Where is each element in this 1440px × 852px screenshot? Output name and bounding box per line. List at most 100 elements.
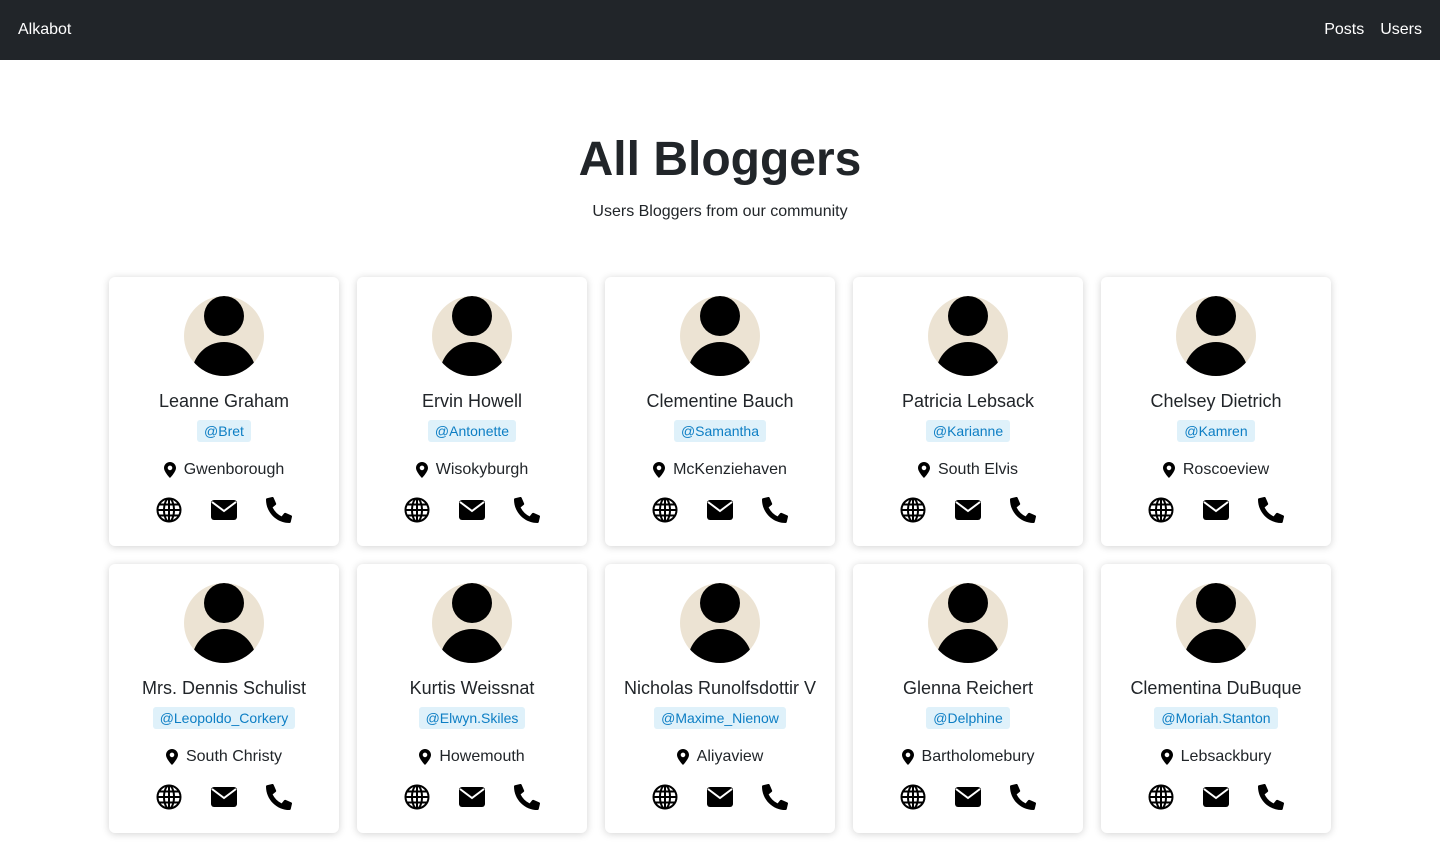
envelope-icon[interactable] [706, 496, 734, 524]
phone-icon[interactable] [265, 783, 293, 811]
envelope-icon[interactable] [458, 783, 486, 811]
envelope-icon[interactable] [954, 783, 982, 811]
user-city: McKenziehaven [653, 461, 787, 479]
user-city-label: Wisokyburgh [435, 461, 529, 478]
phone-icon[interactable] [513, 496, 541, 524]
avatar [1176, 296, 1256, 376]
globe-icon[interactable] [155, 783, 183, 811]
user-city-label: Roscoeview [1182, 461, 1270, 478]
avatar [184, 583, 264, 663]
user-city: Roscoeview [1162, 461, 1270, 479]
avatar [1176, 583, 1256, 663]
contact-icons [155, 496, 293, 524]
map-pin-icon [1162, 462, 1175, 478]
envelope-icon[interactable] [1202, 496, 1230, 524]
map-pin-icon [415, 462, 428, 478]
user-city: Aliyaview [676, 748, 764, 766]
contact-icons [155, 783, 293, 811]
nav-links: Posts Users [1324, 21, 1422, 39]
user-card: Chelsey Dietrich @Kamren Roscoeview [1101, 277, 1331, 546]
phone-icon[interactable] [265, 496, 293, 524]
user-city: Lebsackbury [1160, 748, 1272, 766]
avatar [432, 296, 512, 376]
contact-icons [899, 496, 1037, 524]
navbar: Alkabot Posts Users [0, 0, 1440, 60]
envelope-icon[interactable] [210, 783, 238, 811]
envelope-icon[interactable] [458, 496, 486, 524]
user-card: Clementina DuBuque @Moriah.Stanton Lebsa… [1101, 564, 1331, 833]
user-handle-badge: @Elwyn.Skiles [418, 707, 526, 729]
globe-icon[interactable] [651, 496, 679, 524]
user-city: Howemouth [419, 748, 525, 766]
globe-icon[interactable] [155, 496, 183, 524]
user-city-label: McKenziehaven [673, 461, 787, 478]
user-handle-badge: @Delphine [926, 707, 1010, 729]
user-handle-badge: @Kamren [1177, 420, 1255, 442]
globe-icon[interactable] [1147, 496, 1175, 524]
envelope-icon[interactable] [210, 496, 238, 524]
contact-icons [899, 783, 1037, 811]
user-city: Bartholomebury [901, 748, 1034, 766]
user-name: Glenna Reichert [902, 678, 1034, 698]
user-card: Leanne Graham @Bret Gwenborough [109, 277, 339, 546]
globe-icon[interactable] [403, 496, 431, 524]
avatar [680, 583, 760, 663]
users-grid: Leanne Graham @Bret Gwenborough Ervin Ho… [109, 277, 1331, 833]
envelope-icon[interactable] [954, 496, 982, 524]
user-handle-badge: @Bret [197, 420, 251, 442]
user-name: Leanne Graham [158, 391, 290, 411]
envelope-icon[interactable] [706, 783, 734, 811]
user-handle-badge: @Maxime_Nienow [654, 707, 786, 729]
map-pin-icon [1160, 749, 1173, 765]
user-city-label: Aliyaview [696, 748, 764, 765]
user-card: Kurtis Weissnat @Elwyn.Skiles Howemouth [357, 564, 587, 833]
user-name: Patricia Lebsack [901, 391, 1035, 411]
user-city-label: Lebsackbury [1180, 748, 1272, 765]
phone-icon[interactable] [1009, 783, 1037, 811]
contact-icons [403, 783, 541, 811]
user-city: South Elvis [917, 461, 1019, 479]
globe-icon[interactable] [1147, 783, 1175, 811]
user-city-label: Howemouth [439, 748, 525, 765]
user-handle-badge: @Antonette [427, 420, 517, 442]
globe-icon[interactable] [651, 783, 679, 811]
avatar [184, 296, 264, 376]
user-card: Nicholas Runolfsdottir V @Maxime_Nienow … [605, 564, 835, 833]
globe-icon[interactable] [899, 496, 927, 524]
page-title: All Bloggers [578, 133, 862, 186]
map-pin-icon [676, 749, 689, 765]
user-card: Ervin Howell @Antonette Wisokyburgh [357, 277, 587, 546]
phone-icon[interactable] [1257, 783, 1285, 811]
user-name: Mrs. Dennis Schulist [141, 678, 307, 698]
envelope-icon[interactable] [1202, 783, 1230, 811]
avatar [928, 583, 1008, 663]
phone-icon[interactable] [1009, 496, 1037, 524]
user-name: Clementine Bauch [646, 391, 794, 411]
contact-icons [651, 496, 789, 524]
contact-icons [403, 496, 541, 524]
user-city: Gwenborough [163, 461, 285, 479]
brand-link[interactable]: Alkabot [18, 21, 71, 39]
map-pin-icon [163, 462, 176, 478]
nav-link-users[interactable]: Users [1380, 21, 1422, 39]
nav-link-posts[interactable]: Posts [1324, 21, 1364, 39]
phone-icon[interactable] [513, 783, 541, 811]
phone-icon[interactable] [1257, 496, 1285, 524]
user-city-label: South Elvis [937, 461, 1019, 478]
avatar [680, 296, 760, 376]
user-handle-badge: @Leopoldo_Corkery [152, 707, 296, 729]
user-handle-badge: @Samantha [673, 420, 767, 442]
globe-icon[interactable] [899, 783, 927, 811]
phone-icon[interactable] [761, 496, 789, 524]
map-pin-icon [653, 462, 666, 478]
map-pin-icon [917, 462, 930, 478]
globe-icon[interactable] [403, 783, 431, 811]
hero: All Bloggers Users Bloggers from our com… [0, 136, 1440, 221]
user-name: Nicholas Runolfsdottir V [623, 678, 817, 698]
avatar [432, 583, 512, 663]
phone-icon[interactable] [761, 783, 789, 811]
map-pin-icon [165, 749, 178, 765]
contact-icons [1147, 496, 1285, 524]
contact-icons [1147, 783, 1285, 811]
user-city-label: Gwenborough [183, 461, 285, 478]
